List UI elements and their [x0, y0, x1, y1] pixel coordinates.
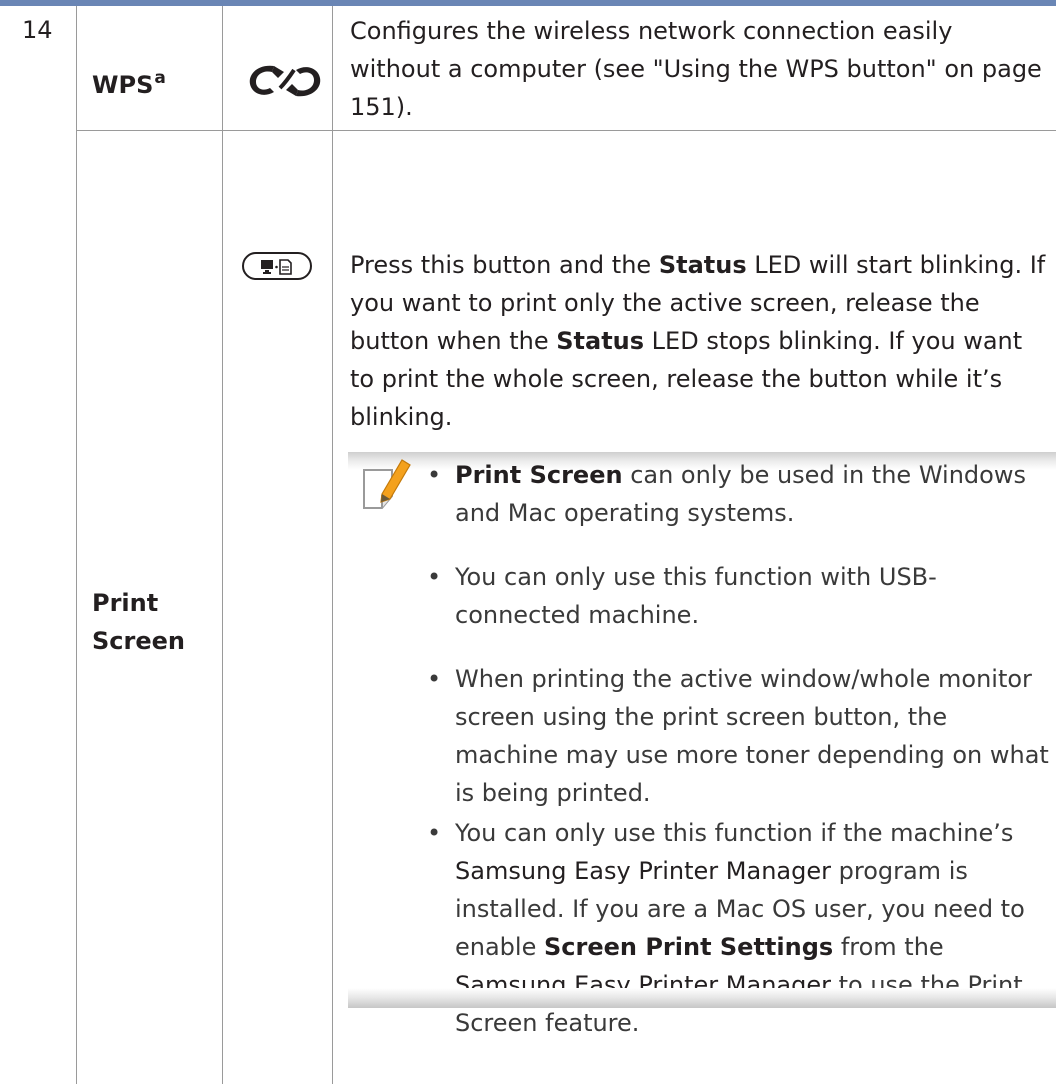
table-top-rule	[0, 0, 1056, 6]
row-number: 14	[22, 16, 53, 44]
note-bottom-shade	[348, 988, 1056, 1008]
note-bullet-item: • Print Screen can only be used in the Wi…	[427, 461, 1026, 527]
print-screen-label: Print Screen	[92, 589, 185, 655]
column-divider	[332, 6, 333, 1084]
column-divider	[222, 6, 223, 1084]
print-screen-description: Press this button and the Status LED wil…	[350, 251, 1046, 431]
note-box: • Print Screen can only be used in the Wi…	[348, 452, 1056, 1037]
note-bullet-item: • You can only use this function with USB…	[427, 563, 937, 629]
status-led-term: Status	[658, 251, 747, 279]
wps-label: WPSa	[92, 68, 166, 99]
wps-description: Configures the wireless network connecti…	[350, 17, 1042, 121]
row-divider	[76, 130, 1056, 131]
footnote-marker: a	[154, 68, 166, 88]
wps-icon	[249, 65, 321, 97]
column-divider	[76, 6, 77, 1084]
print-screen-icon	[242, 252, 312, 280]
note-pencil-icon	[363, 459, 411, 509]
note-bullet-item: • When printing the active window/whole m…	[427, 665, 1049, 807]
status-led-term: Status	[556, 327, 645, 355]
